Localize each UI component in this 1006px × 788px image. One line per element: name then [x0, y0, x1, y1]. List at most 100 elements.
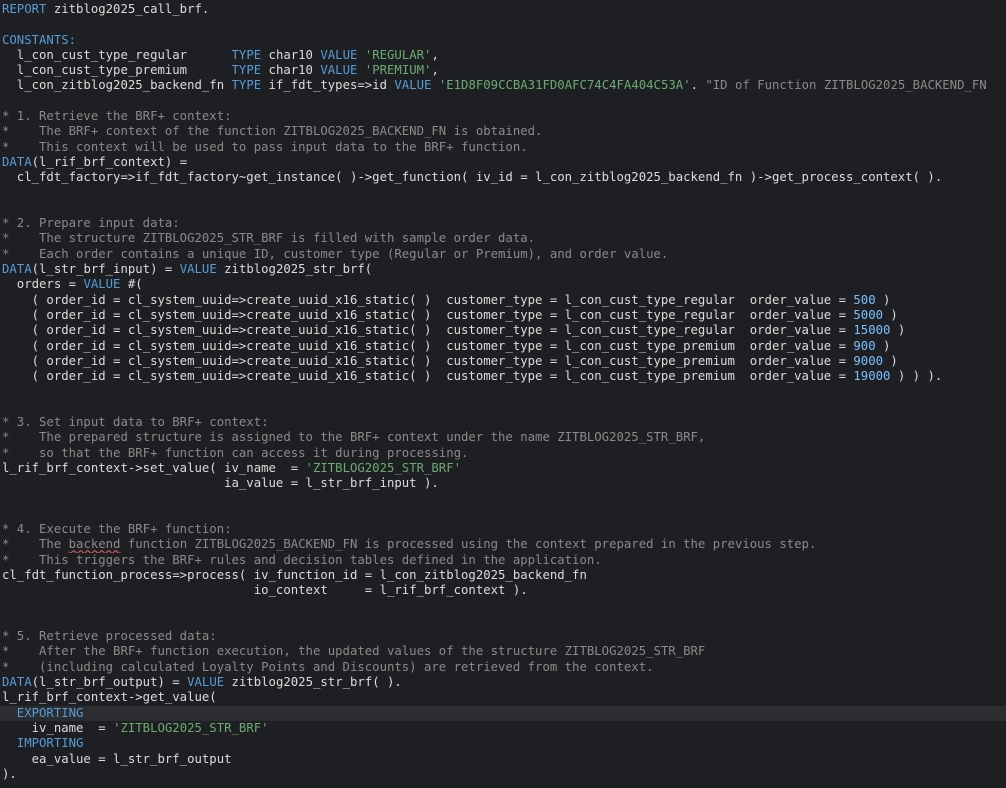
code-token-com: * 4. Execute the BRF+ function:: [2, 522, 232, 537]
code-token-id: zitblog2025_call_brf.: [46, 2, 210, 16]
code-token-com: * This context will be used to pass inpu…: [2, 139, 528, 154]
code-line[interactable]: [0, 17, 1006, 32]
code-token-id: ) ) ).: [890, 369, 943, 384]
code-line[interactable]: orders = VALUE #(: [0, 277, 1006, 292]
code-line[interactable]: * The prepared structure is assigned to …: [0, 430, 1006, 445]
code-token-kw: VALUE: [179, 262, 217, 277]
code-line[interactable]: ( order_id = cl_system_uuid=>create_uuid…: [0, 339, 1006, 354]
code-line[interactable]: IMPORTING: [0, 736, 1006, 751]
code-token-id: l_con_cust_type_regular: [2, 47, 232, 62]
code-token-num: 9000: [853, 353, 884, 368]
code-line[interactable]: ia_value = l_str_brf_input ).: [0, 476, 1006, 491]
code-token-id: ( order_id = cl_system_uuid=>create_uuid…: [2, 353, 854, 368]
code-token-id: l_rif_brf_context->get_value(: [2, 690, 217, 705]
code-token-id: ): [875, 338, 891, 353]
code-line[interactable]: DATA(l_str_brf_output) = VALUE zitblog20…: [0, 675, 1006, 690]
code-line[interactable]: l_con_cust_type_regular TYPE char10 VALU…: [0, 48, 1006, 63]
code-token-id: ( order_id = cl_system_uuid=>create_uuid…: [2, 323, 854, 338]
code-token-com: * The prepared structure is assigned to …: [2, 430, 706, 445]
code-line[interactable]: * 2. Prepare input data:: [0, 216, 1006, 231]
code-line[interactable]: * This context will be used to pass inpu…: [0, 140, 1006, 155]
code-token-id: ( order_id = cl_system_uuid=>create_uuid…: [2, 292, 854, 307]
code-line[interactable]: l_rif_brf_context->set_value( iv_name = …: [0, 461, 1006, 476]
code-token-id: ).: [2, 766, 17, 781]
code-token-kw: TYPE: [231, 63, 262, 78]
code-token-id: (l_str_brf_output) =: [31, 675, 188, 690]
code-token-id: (l_rif_brf_context) =: [31, 154, 188, 169]
code-line[interactable]: DATA(l_rif_brf_context) =: [0, 155, 1006, 170]
code-line[interactable]: DATA(l_str_brf_input) = VALUE zitblog202…: [0, 262, 1006, 277]
code-token-kw: VALUE: [394, 78, 432, 93]
code-line[interactable]: CONSTANTS:: [0, 33, 1006, 48]
code-token-com: * 2. Prepare input data:: [2, 216, 180, 231]
code-line[interactable]: [0, 94, 1006, 109]
code-line[interactable]: cl_fdt_function_process=>process( iv_fun…: [0, 568, 1006, 583]
code-line[interactable]: ( order_id = cl_system_uuid=>create_uuid…: [0, 354, 1006, 369]
code-token-kw: VALUE: [83, 277, 121, 292]
code-line[interactable]: * (including calculated Loyalty Points a…: [0, 660, 1006, 675]
code-token-str: 'REGULAR': [357, 47, 432, 62]
code-token-com: * 3. Set input data to BRF+ context:: [2, 415, 269, 430]
code-line[interactable]: ( order_id = cl_system_uuid=>create_uuid…: [0, 293, 1006, 308]
code-editor[interactable]: REPORT zitblog2025_call_brf. CONSTANTS: …: [0, 0, 1006, 788]
code-token-com: "ID of Function ZITBLOG2025_BACKEND_FN: [705, 78, 987, 93]
code-line[interactable]: ).: [0, 767, 1006, 782]
code-line[interactable]: io_context = l_rif_brf_context ).: [0, 583, 1006, 598]
code-line[interactable]: l_rif_brf_context->get_value(: [0, 690, 1006, 705]
code-lines[interactable]: REPORT zitblog2025_call_brf. CONSTANTS: …: [0, 2, 1006, 782]
code-line[interactable]: * 3. Set input data to BRF+ context:: [0, 415, 1006, 430]
code-line[interactable]: iv_name = 'ZITBLOG2025_STR_BRF': [0, 721, 1006, 736]
code-token-id: ): [890, 323, 906, 338]
code-line[interactable]: [0, 201, 1006, 216]
code-token-id: ea_value = l_str_brf_output: [2, 751, 232, 766]
code-token-num: 900: [853, 338, 876, 353]
code-line[interactable]: l_con_zitblog2025_backend_fn TYPE if_fdt…: [0, 78, 1006, 93]
code-line[interactable]: ea_value = l_str_brf_output: [0, 752, 1006, 767]
code-line[interactable]: REPORT zitblog2025_call_brf.: [0, 2, 1006, 17]
code-line[interactable]: * The structure ZITBLOG2025_STR_BRF is f…: [0, 231, 1006, 246]
code-token-kw: TYPE: [231, 47, 262, 62]
code-token-num: 5000: [853, 307, 884, 322]
code-line[interactable]: * The BRF+ context of the function ZITBL…: [0, 124, 1006, 139]
code-token-id: orders =: [2, 277, 84, 292]
code-token-com: * Each order contains a unique ID, custo…: [2, 246, 669, 261]
code-line[interactable]: ( order_id = cl_system_uuid=>create_uuid…: [0, 323, 1006, 338]
code-token-str: 'ZITBLOG2025_STR_BRF': [113, 720, 269, 735]
code-line[interactable]: * so that the BRF+ function can access i…: [0, 446, 1006, 461]
code-line[interactable]: cl_fdt_factory=>if_fdt_factory~get_insta…: [0, 170, 1006, 185]
code-token-id: .: [690, 78, 706, 93]
code-line[interactable]: [0, 384, 1006, 399]
code-line[interactable]: * Each order contains a unique ID, custo…: [0, 247, 1006, 262]
code-line[interactable]: EXPORTING: [0, 705, 1006, 721]
code-line[interactable]: [0, 507, 1006, 522]
code-line[interactable]: * 4. Execute the BRF+ function:: [0, 522, 1006, 537]
code-line[interactable]: * The backend function ZITBLOG2025_BACKE…: [0, 537, 1006, 552]
code-line[interactable]: ( order_id = cl_system_uuid=>create_uuid…: [0, 308, 1006, 323]
code-line[interactable]: [0, 599, 1006, 614]
code-token-id: ,: [431, 47, 439, 62]
code-token-com: * (including calculated Loyalty Points a…: [2, 659, 654, 674]
code-token-str: 'E1D8F09CCBA31FD0AFC74C4FA404C53A': [431, 78, 691, 93]
code-token-com: * After the BRF+ function execution, the…: [2, 644, 706, 659]
code-line[interactable]: * This triggers the BRF+ rules and decis…: [0, 553, 1006, 568]
code-line[interactable]: [0, 186, 1006, 201]
code-line[interactable]: l_con_cust_type_premium TYPE char10 VALU…: [0, 63, 1006, 78]
code-token-id: ( order_id = cl_system_uuid=>create_uuid…: [2, 338, 854, 353]
code-token-kw: REPORT: [2, 2, 47, 16]
code-line[interactable]: ( order_id = cl_system_uuid=>create_uuid…: [0, 369, 1006, 384]
code-line[interactable]: * After the BRF+ function execution, the…: [0, 644, 1006, 659]
code-line[interactable]: [0, 400, 1006, 415]
code-token-kw: DATA: [2, 154, 32, 169]
code-token-id: ( order_id = cl_system_uuid=>create_uuid…: [2, 369, 854, 384]
code-token-id: char10: [261, 63, 321, 78]
code-line[interactable]: [0, 614, 1006, 629]
code-token-warn: backend: [68, 537, 121, 552]
code-token-kw: VALUE: [320, 63, 358, 78]
code-token-id: ia_value = l_str_brf_input ).: [2, 476, 439, 491]
code-token-id: ): [883, 353, 898, 368]
code-line[interactable]: [0, 492, 1006, 507]
code-token-kw: IMPORTING: [2, 736, 84, 751]
code-line[interactable]: * 1. Retrieve the BRF+ context:: [0, 109, 1006, 124]
code-token-com: * The structure ZITBLOG2025_STR_BRF is f…: [2, 231, 536, 246]
code-line[interactable]: * 5. Retrieve processed data:: [0, 629, 1006, 644]
